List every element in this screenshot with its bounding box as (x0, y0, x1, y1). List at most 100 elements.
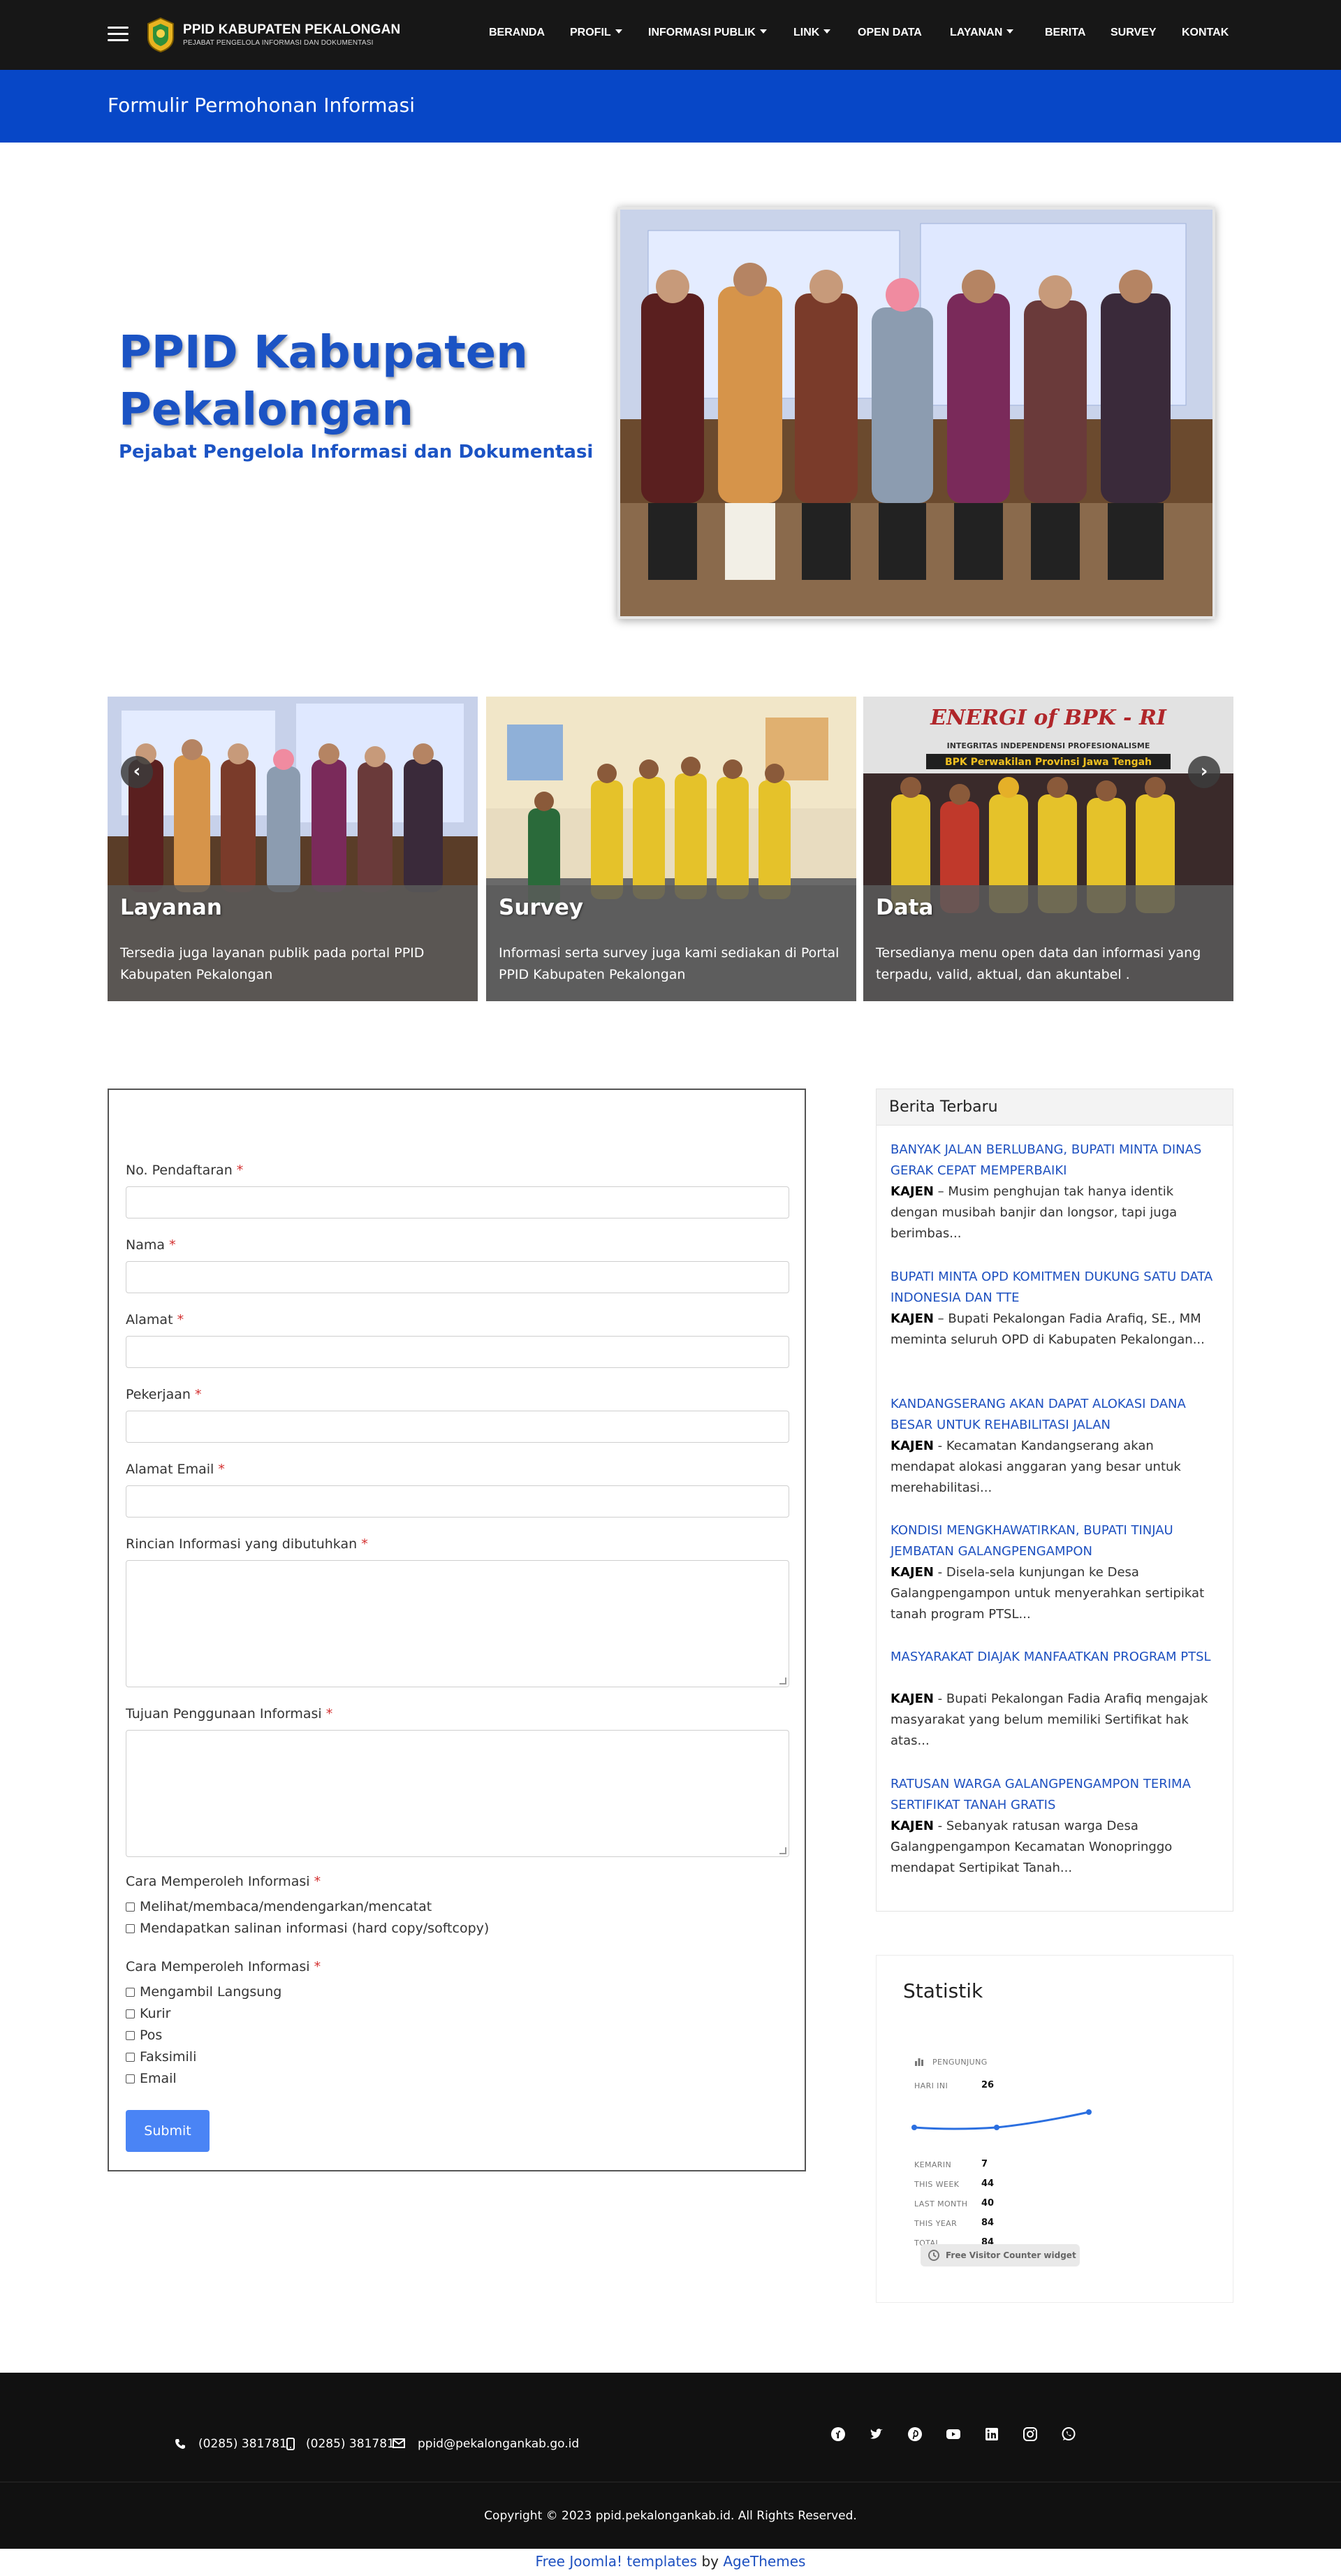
slide-text: Tersedianya menu open data dan informasi… (876, 945, 1201, 982)
rincian-textarea[interactable] (126, 1560, 789, 1687)
slide-title: Layanan (120, 895, 222, 920)
field-label-alamat: Alamat * (126, 1312, 184, 1327)
linkedin-icon[interactable] (983, 2426, 1000, 2443)
stat-value: 44 (981, 2178, 995, 2189)
alamat-input[interactable] (126, 1336, 789, 1368)
news-heading: Berita Terbaru (889, 1098, 998, 1116)
nav-survey[interactable]: SURVEY (1111, 27, 1157, 39)
slide-photo-banner-text: INTEGRITAS INDEPENDENSI PROFESIONALISME (947, 741, 1150, 750)
nav-open-data[interactable]: OPEN DATA (858, 27, 922, 39)
group-label-cara-memperoleh: Cara Memperoleh Informasi * (126, 1959, 321, 1974)
news-excerpt: KAJEN – Musim penghujan tak hanya identi… (891, 1184, 1178, 1241)
stat-label: THIS YEAR (914, 2219, 958, 2228)
news-excerpt: KAJEN - Bupati Pekalongan Fadia Arafiq m… (891, 1691, 1208, 1748)
slide-caption: Survey Informasi serta survey juga kami … (486, 885, 856, 1001)
slide-text: Informasi serta survey juga kami sediaka… (499, 945, 840, 982)
checkbox[interactable] (126, 1988, 135, 1997)
checkbox-option[interactable]: Faksimili (126, 2049, 196, 2065)
nav-beranda[interactable]: BERANDA (489, 27, 545, 39)
twitter-icon[interactable] (868, 2426, 885, 2443)
carousel-slide-data[interactable]: ENERGI of BPK - RI INTEGRITAS INDEPENDEN… (863, 697, 1233, 1001)
field-label-alamat-email: Alamat Email * (126, 1462, 225, 1477)
youtube-icon[interactable] (945, 2426, 962, 2443)
brand-title[interactable]: PPID KABUPATEN PEKALONGAN (183, 22, 400, 38)
checkbox[interactable] (126, 1924, 135, 1933)
phone-icon (175, 2439, 185, 2449)
stat-label: HARI INI (914, 2081, 948, 2090)
agethemes-link[interactable]: AgeThemes (723, 2553, 805, 2570)
footer-phone-2[interactable]: (0285) 381781 (306, 2437, 395, 2451)
visitor-trend-sparkline (911, 2109, 1092, 2130)
slide-caption: Layanan Tersedia juga layanan publik pad… (108, 885, 478, 1001)
menu-icon[interactable] (108, 27, 129, 42)
free-visitor-counter-widget[interactable]: Free Visitor Counter widget (921, 2244, 1080, 2266)
nav-link[interactable]: LINK (793, 27, 831, 39)
joomla-templates-link[interactable]: Free Joomla! templates (536, 2553, 698, 2570)
carousel-slide-layanan[interactable]: Layanan Tersedia juga layanan publik pad… (108, 697, 478, 1001)
carousel-next-button[interactable]: › (1188, 756, 1220, 788)
instagram-icon[interactable] (1022, 2426, 1039, 2443)
nav-profil[interactable]: PROFIL (570, 27, 622, 39)
nav-berita[interactable]: BERITA (1045, 27, 1085, 39)
resize-handle-icon[interactable] (779, 1678, 786, 1684)
brand-subtitle: PEJABAT PENGELOLA INFORMASI DAN DOKUMENT… (183, 39, 374, 47)
stat-value: 7 (981, 2159, 988, 2169)
checkbox[interactable] (126, 2074, 135, 2083)
mobile-phone-icon (286, 2438, 295, 2450)
news-header: Berita Terbaru (877, 1089, 1233, 1126)
pekerjaan-input[interactable] (126, 1411, 789, 1443)
checkbox-option[interactable]: Kurir (126, 2006, 170, 2021)
chevron-down-icon (823, 29, 831, 34)
stat-value: 40 (981, 2198, 995, 2208)
field-label-no-pendaftaran: No. Pendaftaran * (126, 1163, 244, 1178)
resize-handle-icon[interactable] (779, 1847, 786, 1854)
checkbox[interactable] (126, 2053, 135, 2062)
footer-phone-1[interactable]: (0285) 381781 (198, 2437, 287, 2451)
tujuan-textarea[interactable] (126, 1730, 789, 1857)
news-link[interactable]: KANDANGSERANG AKAN DAPAT ALOKASI DANA BE… (891, 1394, 1219, 1436)
checkbox[interactable] (126, 2009, 135, 2018)
footer-contact-bar (0, 2373, 1341, 2482)
nav-kontak[interactable]: KONTAK (1182, 27, 1229, 39)
whatsapp-icon[interactable] (1060, 2426, 1077, 2443)
checkbox[interactable] (126, 2031, 135, 2040)
stat-label: THIS WEEK (914, 2180, 960, 2189)
slide-photo-banner-text: BPK Perwakilan Provinsi Jawa Tengah (945, 757, 1152, 768)
news-excerpt: KAJEN - Kecamatan Kandangserang akan men… (891, 1439, 1181, 1495)
carousel-slide-survey[interactable]: Survey Informasi serta survey juga kami … (486, 697, 856, 1001)
news-link[interactable]: MASYARAKAT DIAJAK MANFAATKAN PROGRAM PTS… (891, 1647, 1219, 1668)
stat-value: 26 (981, 2080, 995, 2090)
stat-label: LAST MONTH (914, 2199, 968, 2208)
carousel-prev-button[interactable]: ‹ (121, 756, 153, 788)
facebook-icon[interactable] (830, 2426, 847, 2443)
field-label-rincian: Rincian Informasi yang dibutuhkan * (126, 1536, 368, 1552)
news-link[interactable]: KONDISI MENGKHAWATIRKAN, BUPATI TINJAU J… (891, 1520, 1219, 1562)
nav-layanan[interactable]: LAYANAN (950, 27, 1014, 39)
email-input[interactable] (126, 1485, 789, 1518)
checkbox-option[interactable]: Mendapatkan salinan informasi (hard copy… (126, 1921, 489, 1936)
pinterest-icon[interactable] (907, 2426, 923, 2443)
news-link[interactable]: BUPATI MINTA OPD KOMITMEN DUKUNG SATU DA… (891, 1267, 1219, 1309)
checkbox-option[interactable]: Email (126, 2071, 177, 2086)
nama-input[interactable] (126, 1261, 789, 1293)
checkbox[interactable] (126, 1902, 135, 1912)
nav-informasi-publik[interactable]: INFORMASI PUBLIK (648, 27, 767, 39)
field-label-nama: Nama * (126, 1237, 176, 1253)
stat-label: KEMARIN (914, 2160, 952, 2169)
slide-title: Survey (499, 895, 584, 920)
checkbox-option[interactable]: Pos (126, 2028, 162, 2043)
latest-news-panel: Berita Terbaru BANYAK JALAN BERLUBANG, B… (876, 1089, 1233, 1912)
logo-emblem-icon[interactable] (145, 17, 176, 53)
envelope-icon (393, 2438, 405, 2448)
footer-email[interactable]: ppid@pekalongankab.go.id (418, 2437, 579, 2451)
hero-title: PPID Kabupaten Pekalongan (119, 327, 528, 436)
field-label-pekerjaan: Pekerjaan * (126, 1387, 202, 1402)
news-link[interactable]: BANYAK JALAN BERLUBANG, BUPATI MINTA DIN… (891, 1140, 1219, 1181)
counter-widget-icon (928, 2250, 939, 2261)
checkbox-option[interactable]: Mengambil Langsung (126, 1984, 281, 2000)
news-link[interactable]: RATUSAN WARGA GALANGPENGAMPON TERIMA SER… (891, 1774, 1219, 1816)
submit-button[interactable]: Submit (126, 2110, 210, 2152)
no-pendaftaran-input[interactable] (126, 1186, 789, 1218)
top-navbar: PPID KABUPATEN PEKALONGAN PEJABAT PENGEL… (0, 0, 1341, 70)
checkbox-option[interactable]: Melihat/membaca/mendengarkan/mencatat (126, 1899, 432, 1914)
